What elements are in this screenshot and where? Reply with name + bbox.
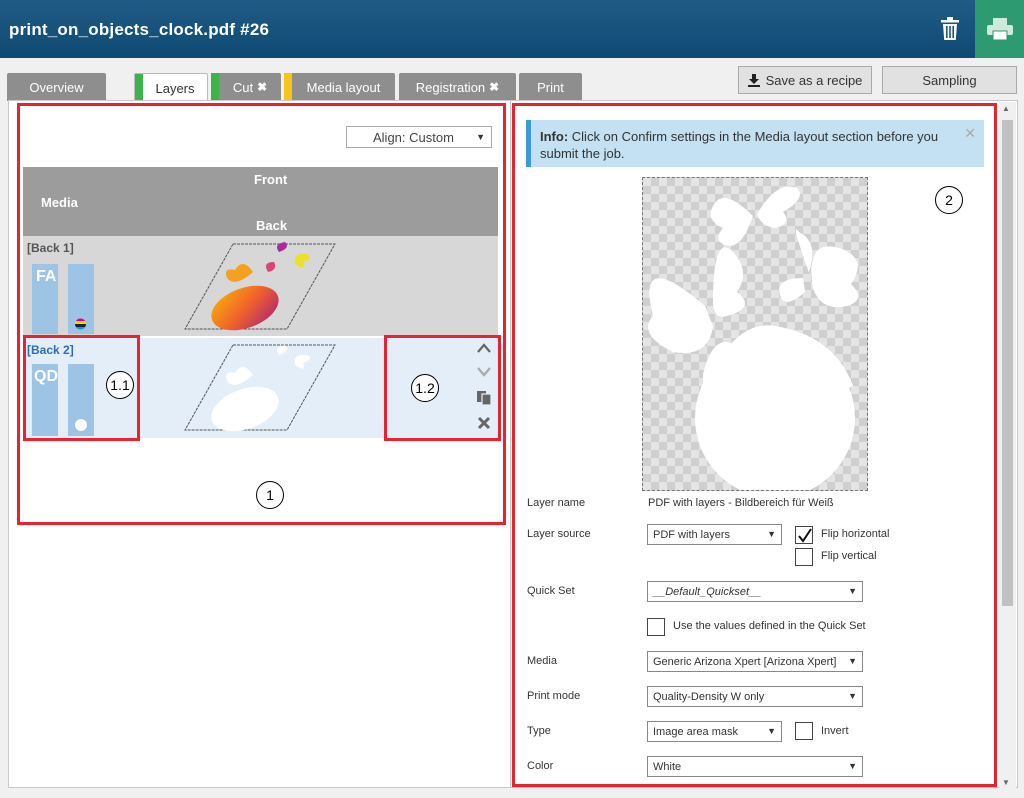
callout-1: 1 <box>256 481 284 509</box>
error-x-icon: ✖ <box>257 80 268 94</box>
scroll-down-icon[interactable]: ▼ <box>1002 778 1010 787</box>
tab-status-stripe <box>135 74 143 102</box>
scroll-up-icon[interactable]: ▲ <box>1002 104 1010 113</box>
tab-registration[interactable]: Registration ✖ <box>399 73 516 101</box>
sampling-button[interactable]: Sampling <box>882 66 1017 94</box>
delete-button[interactable] <box>930 10 970 48</box>
tab-status-stripe <box>211 73 219 101</box>
tab-status-stripe <box>284 73 292 101</box>
job-title: print_on_objects_clock.pdf #26 <box>9 20 270 39</box>
tab-cut[interactable]: Cut ✖ <box>211 73 281 101</box>
annotation-box-layers-panel <box>17 103 506 525</box>
tab-print[interactable]: Print <box>519 73 582 101</box>
error-x-icon: ✖ <box>489 80 500 94</box>
title-bar: print_on_objects_clock.pdf #26 <box>0 0 1024 58</box>
scrollbar-thumb[interactable] <box>1002 120 1013 606</box>
annotation-box-layer-actions <box>384 335 501 441</box>
tab-overview[interactable]: Overview <box>7 73 106 101</box>
download-icon <box>747 73 760 87</box>
callout-1-2: 1.2 <box>411 374 439 402</box>
annotation-box-settings-panel <box>512 103 997 787</box>
callout-1-1: 1.1 <box>106 371 134 399</box>
tab-media-layout[interactable]: Media layout <box>284 73 395 101</box>
printer-icon <box>986 18 1013 40</box>
print-button[interactable] <box>975 0 1024 58</box>
tab-layers[interactable]: Layers <box>134 73 208 102</box>
trash-icon <box>941 17 959 40</box>
save-as-recipe-button[interactable]: Save as a recipe <box>738 66 872 94</box>
callout-2: 2 <box>935 186 963 214</box>
